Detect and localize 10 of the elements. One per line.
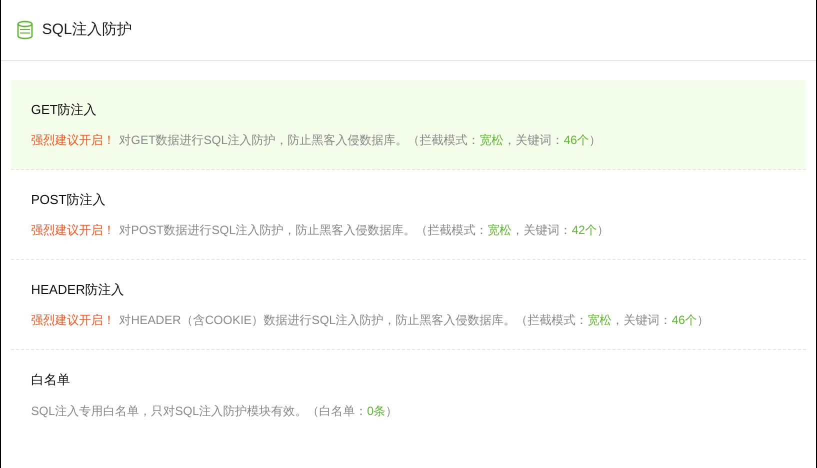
item-description: 强烈建议开启！ 对GET数据进行SQL注入防护，防止黑客入侵数据库。（拦截模式：宽松，关键词：46个） — [31, 132, 602, 150]
item-description: SQL注入专用白名单，只对SQL注入防护模块有效。（白名单：0条） — [31, 402, 399, 420]
setting-item[interactable]: GET防注入 强烈建议开启！ 对GET数据进行SQL注入防护，防止黑客入侵数据库。（拦截模式：宽松，关键词：46个） — [11, 80, 806, 170]
item-title: HEADER防注入 — [31, 280, 126, 299]
item-title: 白名单 — [31, 371, 71, 390]
item-title: POST防注入 — [31, 190, 106, 209]
item-title: GET防注入 — [31, 100, 98, 119]
item-description: 强烈建议开启！ 对POST数据进行SQL注入防护，防止黑客入侵数据库。（拦截模式：宽松，关键词：42个） — [31, 222, 610, 240]
panel-title: SQL注入防护 — [42, 20, 132, 40]
item-description: 强烈建议开启！ 对HEADER（含COOKIE）数据进行SQL注入防护，防止黑客入侵数据库。（拦截模式：宽松，关键词：46个） — [31, 312, 710, 330]
